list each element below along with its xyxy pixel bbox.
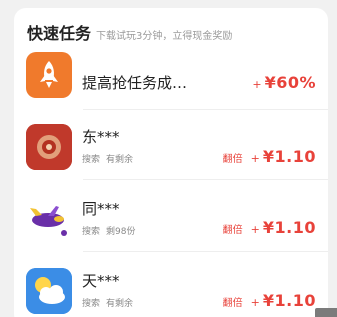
task-row-tian[interactable]: 天*** 搜索 有剩余 翻倍 + ¥1.10 [14,254,328,317]
task-meta: 搜索 有剩余 [82,152,133,165]
row-divider [83,179,328,180]
reward-plus: + [250,296,260,309]
reward-double-label: 翻倍 [222,154,243,165]
airplane-icon [26,196,72,242]
row-divider [83,251,328,252]
task-row-boost[interactable]: 提高抢任务成… + ¥60% [14,40,328,110]
task-meta-source: 搜索 [82,155,101,165]
task-name: 天*** [82,272,120,290]
weather-icon [26,268,72,314]
task-meta: 搜索 剩98份 [82,224,135,237]
task-name: 提高抢任务成… [82,74,188,92]
quick-tasks-card: 快速任务 下载试玩3分钟，立得现金奖励 提高抢任务成… + ¥60% 东*** … [14,8,328,317]
rocket-icon [26,52,72,98]
reward-amount: ¥1.10 [262,291,316,310]
task-row-tong[interactable]: 同*** 搜索 剩98份 翻倍 + ¥1.10 [14,182,328,252]
app-icon-red [26,124,72,170]
scrollbar-thumb[interactable] [315,308,337,317]
task-name: 同*** [82,200,120,218]
task-reward: 翻倍 + ¥1.10 [223,147,316,166]
reward-plus: + [252,78,262,91]
task-reward: 翻倍 + ¥1.10 [223,218,316,237]
task-meta-stock: 剩98份 [106,227,136,237]
task-meta: 搜索 有剩余 [82,296,133,309]
reward-double-label: 翻倍 [222,225,243,236]
task-meta-source: 搜索 [82,299,101,309]
task-reward: 翻倍 + ¥1.10 [223,291,316,310]
reward-double-label: 翻倍 [222,298,243,309]
reward-plus: + [250,223,260,236]
reward-amount: ¥60% [264,73,316,92]
task-name: 东*** [82,128,120,146]
task-meta-stock: 有剩余 [106,155,134,165]
task-reward: + ¥60% [252,73,316,92]
reward-amount: ¥1.10 [262,147,316,166]
reward-plus: + [250,152,260,165]
task-meta-stock: 有剩余 [106,299,134,309]
task-row-dong[interactable]: 东*** 搜索 有剩余 翻倍 + ¥1.10 [14,110,328,180]
task-meta-source: 搜索 [82,227,101,237]
reward-amount: ¥1.10 [262,218,316,237]
